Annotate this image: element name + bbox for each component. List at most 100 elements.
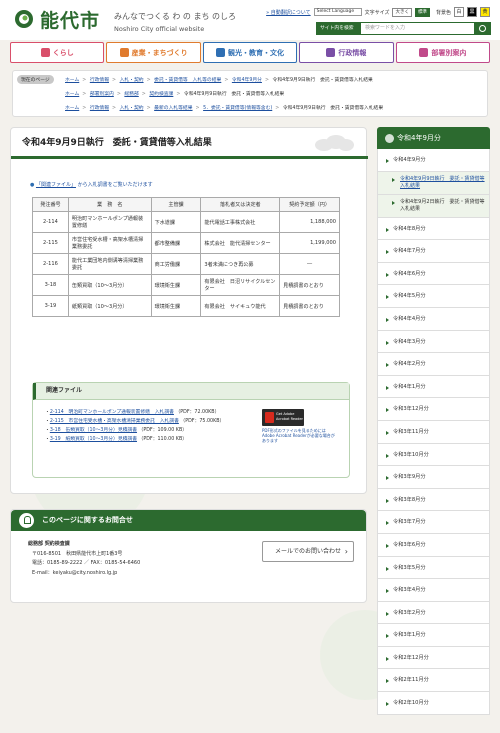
table-cell: 能代工業団地内側溝等清掃業務委託 (67, 253, 152, 275)
file-link[interactable]: 3-19 紙類買取（10～3月分）見積調書 (50, 437, 137, 442)
breadcrumb-link[interactable]: ホーム (65, 92, 79, 97)
breadcrumb-link[interactable]: 総務部 (124, 92, 138, 97)
breadcrumb-link[interactable]: 行政情報 (90, 106, 109, 111)
sidebar-heading: 令和4年9月分 (377, 127, 490, 149)
breadcrumb-link[interactable]: ホーム (65, 106, 79, 111)
table-cell: 環境衛生課 (150, 295, 202, 317)
sidebar-item[interactable]: 令和4年7月分 (377, 240, 490, 263)
sidebar-item[interactable]: 令和3年2月分 (377, 601, 490, 625)
file-meta: （PDF：75.00KB） (180, 419, 225, 424)
breadcrumb-link[interactable]: 契約検査課 (149, 92, 173, 97)
building-icon (119, 48, 129, 57)
breadcrumb-tag: 現在のページ (17, 75, 54, 84)
related-files-box: 関連ファイル ・2-114 明治町マンホールポンプ通報装置修繕 入札調書 （PD… (32, 382, 350, 478)
bg-yellow-button[interactable]: 黄 (480, 7, 490, 17)
sidebar-item[interactable]: 令和2年10月分 (377, 692, 490, 715)
table-cell: 缶類買取（10～3月分） (67, 274, 152, 296)
sidebar-heading-text: 令和4年9月分 (397, 134, 441, 142)
table-header: 業 務 名 (67, 197, 152, 212)
breadcrumb-link[interactable]: 最新の入札等結果 (154, 106, 192, 111)
sidebar-item[interactable]: 令和3年6月分 (377, 533, 490, 557)
site-tagline: みんなでつくる わ の まち のしろ (114, 12, 237, 21)
file-link[interactable]: 2-114 明治町マンホールポンプ通報装置修繕 入札調書 (50, 410, 174, 415)
sidebar-subitem-current[interactable]: 令和4年9月9日執行 委託・賃貸借等入札結果 (377, 171, 490, 195)
reader-note[interactable]: PDF形式のファイルを見るためにはAdobe Acrobat Readerが必要… (262, 428, 338, 443)
breadcrumb-link[interactable]: ホーム (65, 78, 79, 83)
sidebar-item[interactable]: 令和4年6月分 (377, 262, 490, 286)
table-header: 契約予定額（円） (279, 197, 340, 212)
sidebar-item[interactable]: 令和4年2月分 (377, 353, 490, 376)
table-cell: 1,188,000 (279, 211, 340, 233)
house-icon (40, 48, 50, 57)
sidebar-item[interactable]: 令和4年3月分 (377, 330, 490, 354)
bg-color-label: 背景色 (435, 9, 451, 16)
site-header: 能代市 みんなでつくる わ の まち のしろ Noshiro City offi… (0, 0, 500, 40)
contact-dept: 総務部 契約検査課 (28, 541, 70, 547)
gnav-departments[interactable]: 部署別案内 (395, 42, 491, 63)
related-files-anchor-link[interactable]: 「関連ファイル」 (36, 182, 76, 188)
breadcrumb-link[interactable]: 令和4年9月分 (232, 78, 262, 83)
sidebar-item[interactable]: 令和3年8月分 (377, 488, 490, 512)
sidebar-item[interactable]: 令和3年11月分 (377, 420, 490, 444)
mail-inquiry-button[interactable]: メールでのお問い合わせ (262, 541, 354, 562)
file-link[interactable]: 3-18 缶類買取（10～3月分）見積調書 (50, 428, 137, 433)
table-cell: 3者未満につき再公募 (200, 253, 281, 275)
font-size-standard-button[interactable]: 標準 (414, 7, 430, 17)
breadcrumb-link[interactable]: 5．委託・賃貸借等(情報等含む) (203, 106, 272, 111)
sidebar-item[interactable]: 令和3年9月分 (377, 466, 490, 489)
sidebar-item[interactable]: 令和3年5月分 (377, 556, 490, 580)
acrobat-reader-icon[interactable]: Get Adobe Acrobat Reader (262, 409, 304, 426)
acrobat-reader-banner[interactable]: Get Adobe Acrobat Reader PDF形式のファイルを見るため… (262, 409, 338, 443)
gnav-label: 部署別案内 (431, 48, 467, 57)
search-icon[interactable] (475, 22, 491, 35)
search-input[interactable]: 検索ワードを入力 (360, 22, 475, 35)
sidebar-item[interactable]: 令和4年5月分 (377, 285, 490, 308)
list-item: ・3-19 紙類買取（10～3月分）見積調書 （PDF：110.00 KB） (45, 437, 188, 442)
contact-details: 総務部 契約検査課 〒016-8501 秋田県能代市上町1番3号 電話：0185… (28, 540, 140, 578)
city-logo-icon[interactable] (14, 9, 34, 29)
sidebar-item[interactable]: 令和4年1月分 (377, 375, 490, 399)
bg-black-button[interactable]: 黒 (467, 7, 477, 17)
breadcrumb-link[interactable]: 入札・契約 (120, 78, 144, 83)
breadcrumb-link[interactable]: 入札・契約 (120, 106, 144, 111)
gnav-tourism[interactable]: 観光・教育・文化 (202, 42, 298, 63)
sidebar-item[interactable]: 令和4年9月分 (377, 149, 490, 172)
sidebar-item[interactable]: 令和3年7月分 (377, 511, 490, 534)
table-cell: 都市整備課 (150, 232, 202, 254)
table-row: 2-115 市営住宅受水槽・高架水槽清掃業務委託 都市整備課 株式会社 能代清掃… (32, 232, 340, 254)
sidebar-item[interactable]: 令和3年10月分 (377, 443, 490, 467)
flower-icon (385, 133, 394, 143)
flag-icon (216, 48, 226, 57)
site-logo-text[interactable]: 能代市 (40, 6, 100, 33)
sidebar-item[interactable]: 令和4年8月分 (377, 217, 490, 241)
breadcrumb-link[interactable]: 行政情報 (90, 78, 109, 83)
sidebar-item[interactable]: 令和2年11月分 (377, 669, 490, 693)
list-item: ・2-115 市営住宅受水槽・高架水槽清掃業務委託 入札調書 （PDF：75.0… (45, 419, 225, 424)
sidebar-item[interactable]: 令和3年1月分 (377, 624, 490, 647)
people-icon (419, 48, 429, 57)
breadcrumb-current: 令和4年9月9日執行 委託・賃貸借等入札結果 (282, 106, 384, 111)
gnav-kurashi[interactable]: くらし (10, 42, 105, 63)
sidebar-subitem[interactable]: 令和4年9月2日執行 委託・賃貸借等入札結果 (377, 194, 490, 218)
table-row: 3-18 缶類買取（10～3月分） 環境衛生課 有限会社 日沼リサイクルセンター… (32, 274, 340, 296)
contact-heading-text: このページに関するお問合せ (42, 516, 133, 524)
file-link[interactable]: 2-115 市営住宅受水槽・高架水槽清掃業務委託 入札調書 (50, 419, 179, 424)
font-size-large-button[interactable]: 大きく (392, 7, 412, 17)
breadcrumb-link[interactable]: 委託・賃貸借等 入札等の結果 (154, 78, 221, 83)
sidebar-item[interactable]: 令和2年12月分 (377, 646, 490, 670)
bg-white-button[interactable]: 白 (454, 7, 464, 17)
gnav-admin[interactable]: 行政情報 (299, 42, 394, 63)
sidebar-item[interactable]: 令和4年4月分 (377, 307, 490, 331)
font-size-label: 文字サイズ (364, 9, 390, 16)
table-header: 主管課 (150, 197, 202, 212)
sidebar-item[interactable]: 令和3年12月分 (377, 398, 490, 421)
auto-translate-link[interactable]: » 自動翻訳について (266, 9, 311, 16)
document-icon (326, 48, 336, 57)
breadcrumb-link[interactable]: 部署別案内 (90, 92, 114, 97)
contact-email: E-mail：keiyaku@city.noshiro.lg.jp (32, 569, 118, 576)
language-select[interactable]: Select Language (313, 8, 362, 16)
gnav-industry[interactable]: 産業・まちづくり (106, 42, 201, 63)
sidebar-item[interactable]: 令和3年4月分 (377, 579, 490, 602)
gnav-label: 産業・まちづくり (131, 48, 188, 57)
table-cell: 3-18 (32, 274, 69, 296)
